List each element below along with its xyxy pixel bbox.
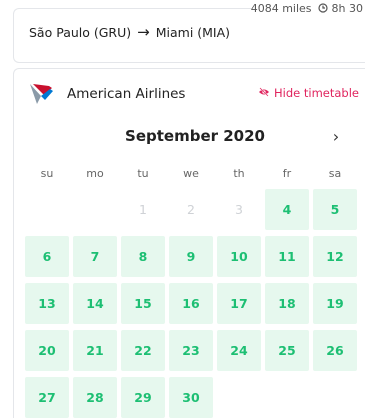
calendar-day[interactable]: 23 [169, 330, 213, 371]
weekday-sa: sa [328, 167, 342, 180]
clock-icon [317, 3, 328, 13]
weekday-th: th [233, 167, 245, 180]
duration: 8h 30 [317, 1, 363, 15]
calendar-day[interactable]: 19 [313, 283, 357, 324]
calendar-day[interactable]: 16 [169, 283, 213, 324]
calendar-day[interactable]: 21 [73, 330, 117, 371]
airline-name: American Airlines [67, 86, 186, 102]
calendar-day[interactable]: 5 [313, 189, 357, 230]
calendar-day[interactable]: 14 [73, 283, 117, 324]
arrow-right-icon: → [137, 23, 150, 41]
calendar-grid: 1 2 3 4 5 6 7 8 9 10 11 12 13 14 15 16 17 18 19 20 21 22 23 24 2… [25, 189, 357, 418]
eye-off-icon [258, 86, 270, 100]
calendar-empty-cell [73, 189, 117, 230]
calendar-day: 3 [217, 189, 261, 230]
weekday-mo: mo [86, 167, 104, 180]
weekday-header: su mo tu we th fr sa [25, 167, 357, 180]
month-title: September 2020 [125, 127, 265, 145]
weekday-fr: fr [282, 167, 292, 180]
calendar-day[interactable]: 12 [313, 236, 357, 277]
month-navigation: September 2020 › [0, 127, 365, 147]
calendar-day[interactable]: 15 [121, 283, 165, 324]
duration-text: 8h 30 [331, 1, 363, 15]
calendar-day[interactable]: 17 [217, 283, 261, 324]
calendar-day[interactable]: 10 [217, 236, 261, 277]
hide-timetable-link[interactable]: Hide timetable [258, 86, 359, 100]
calendar-day[interactable]: 8 [121, 236, 165, 277]
weekday-su: su [40, 167, 54, 180]
calendar-day[interactable]: 6 [25, 236, 69, 277]
calendar-empty-cell [25, 189, 69, 230]
calendar-day[interactable]: 24 [217, 330, 261, 371]
next-month-chevron-right-icon[interactable]: › [327, 127, 345, 147]
calendar-day[interactable]: 18 [265, 283, 309, 324]
calendar-day[interactable]: 11 [265, 236, 309, 277]
flight-timetable-widget: 4084 miles 8h 30 São Paulo (GRU) → Miami… [0, 0, 365, 418]
calendar-day[interactable]: 28 [73, 377, 117, 418]
calendar-day[interactable]: 30 [169, 377, 213, 418]
hide-timetable-label: Hide timetable [274, 86, 359, 100]
calendar-day[interactable]: 26 [313, 330, 357, 371]
calendar-day[interactable]: 22 [121, 330, 165, 371]
weekday-tu: tu [137, 167, 149, 180]
route: São Paulo (GRU) → Miami (MIA) [29, 23, 231, 41]
origin-airport: São Paulo (GRU) [29, 25, 132, 40]
calendar-day: 1 [121, 189, 165, 230]
calendar-day[interactable]: 25 [265, 330, 309, 371]
flight-meta: 4084 miles 8h 30 [250, 0, 365, 16]
calendar-day: 2 [169, 189, 213, 230]
weekday-we: we [183, 167, 199, 180]
calendar-day[interactable]: 7 [73, 236, 117, 277]
distance-text: 4084 miles [250, 1, 312, 15]
calendar-day[interactable]: 20 [25, 330, 69, 371]
calendar-day[interactable]: 27 [25, 377, 69, 418]
airline-header: American Airlines [27, 80, 185, 108]
calendar-day[interactable]: 4 [265, 189, 309, 230]
american-airlines-logo-icon [27, 80, 55, 108]
calendar-day[interactable]: 9 [169, 236, 213, 277]
calendar-day[interactable]: 29 [121, 377, 165, 418]
destination-airport: Miami (MIA) [155, 25, 231, 40]
calendar-day[interactable]: 13 [25, 283, 69, 324]
